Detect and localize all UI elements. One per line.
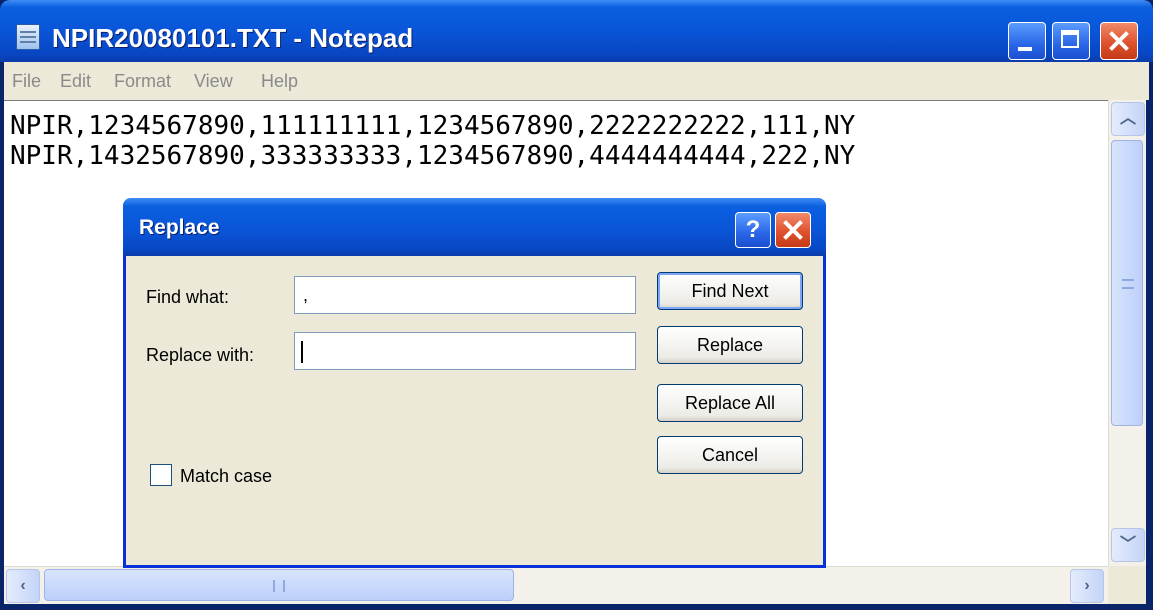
find-what-label: Find what: <box>146 287 230 307</box>
dialog-title: Replace <box>139 216 220 239</box>
dialog-close-button[interactable] <box>775 212 811 248</box>
scroll-left-button[interactable]: ‹ <box>6 569 40 603</box>
replace-with-input[interactable] <box>294 332 636 370</box>
chevron-right-icon: › <box>1084 577 1090 594</box>
size-grip[interactable] <box>1108 566 1146 604</box>
scroll-up-button[interactable]: ︿ <box>1111 102 1145 136</box>
replace-all-button[interactable]: Replace All <box>657 384 803 422</box>
menu-format[interactable]: Format <box>114 70 171 92</box>
vertical-scrollbar[interactable]: ︿ ﹀ <box>1108 100 1146 566</box>
grip-icon <box>1122 279 1134 289</box>
match-case-checkbox[interactable] <box>150 464 172 486</box>
horizontal-scrollbar[interactable]: ‹ › <box>4 566 1108 604</box>
close-button[interactable] <box>1100 22 1138 60</box>
menu-bar: File Edit Format View Help <box>4 62 1149 100</box>
chevron-down-icon: ﹀ <box>1119 536 1136 553</box>
menu-view[interactable]: View <box>194 70 233 92</box>
notepad-icon <box>16 24 40 50</box>
menu-edit[interactable]: Edit <box>60 70 91 92</box>
chevron-left-icon: ‹ <box>20 577 26 594</box>
menu-file[interactable]: File <box>12 70 41 92</box>
scroll-right-button[interactable]: › <box>1070 569 1104 603</box>
find-what-input[interactable]: , <box>294 276 636 314</box>
help-button[interactable]: ? <box>735 212 771 248</box>
scroll-down-button[interactable]: ﹀ <box>1111 528 1145 562</box>
horizontal-scroll-thumb[interactable] <box>44 569 514 601</box>
text-line: NPIR,1234567890,111111111,1234567890,222… <box>10 111 856 141</box>
help-icon: ? <box>745 216 761 243</box>
title-bar: NPIR20080101.TXT - Notepad <box>0 0 1153 62</box>
find-next-button[interactable]: Find Next <box>657 272 803 310</box>
menu-help[interactable]: Help <box>261 70 298 92</box>
text-line: NPIR,1432567890,333333333,1234567890,444… <box>10 141 856 171</box>
replace-dialog: Replace ? Find what: , Replace with: Fin… <box>123 198 826 568</box>
cancel-button[interactable]: Cancel <box>657 436 803 474</box>
replace-button[interactable]: Replace <box>657 326 803 364</box>
match-case-label[interactable]: Match case <box>180 465 272 487</box>
text-caret <box>301 341 303 363</box>
dialog-title-bar: Replace ? <box>123 198 826 256</box>
vertical-scroll-thumb[interactable] <box>1111 140 1143 426</box>
replace-with-label: Replace with: <box>146 345 255 365</box>
minimize-button[interactable] <box>1008 22 1046 60</box>
maximize-button[interactable] <box>1052 22 1090 60</box>
grip-icon <box>273 580 285 592</box>
chevron-up-icon: ︿ <box>1119 110 1136 127</box>
window-title: NPIR20080101.TXT - Notepad <box>52 23 414 53</box>
